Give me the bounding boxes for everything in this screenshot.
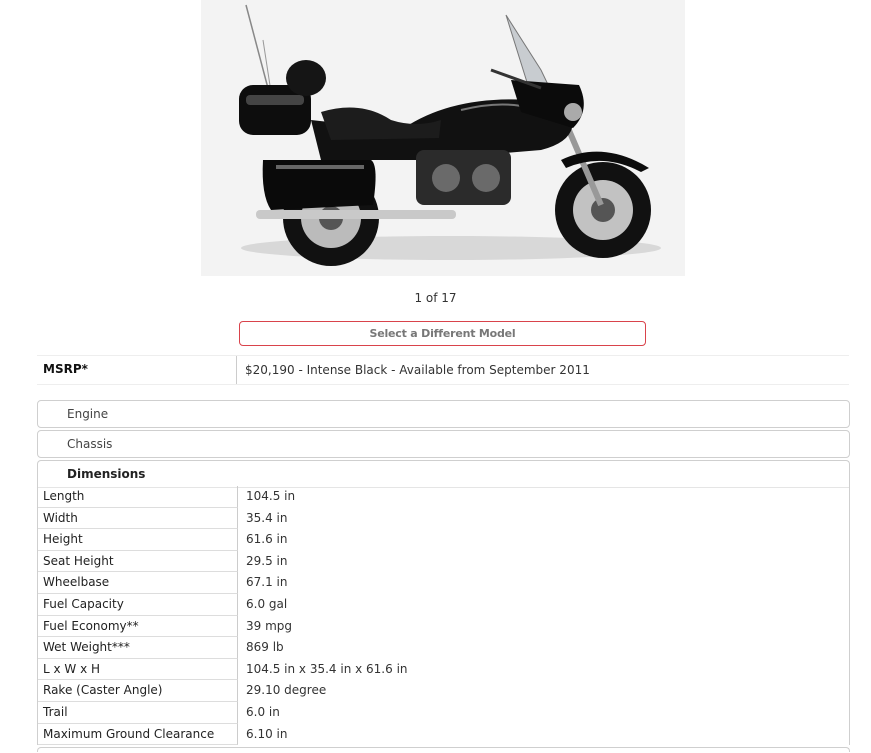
table-row: L x W x H 104.5 in x 35.4 in x 61.6 in xyxy=(38,658,849,681)
table-row: Height 61.6 in xyxy=(38,529,849,551)
table-row: Seat Height 29.5 in xyxy=(38,550,849,573)
table-row: Fuel Capacity 6.0 gal xyxy=(38,593,849,616)
spec-value: 61.6 in xyxy=(246,532,288,547)
spec-label: L x W x H xyxy=(38,658,238,681)
select-different-model-button[interactable]: Select a Different Model xyxy=(239,321,646,346)
spec-value: 6.0 gal xyxy=(246,596,288,611)
spec-label: Wheelbase xyxy=(38,572,238,594)
msrp-label: MSRP* xyxy=(37,356,237,384)
table-row: Length 104.5 in xyxy=(38,486,849,508)
table-row: Maximum Ground Clearance 6.10 in xyxy=(38,723,849,746)
table-row: Rake (Caster Angle) 29.10 degree xyxy=(38,680,849,702)
spec-value: 29.10 degree xyxy=(246,683,327,698)
dimensions-table: Length 104.5 in Width 35.4 in Height 61.6 i… xyxy=(37,486,850,746)
section-chassis[interactable]: Chassis xyxy=(37,430,850,458)
table-row: Trail 6.0 in xyxy=(38,701,849,724)
table-row: Wet Weight*** 869 lb xyxy=(38,637,849,659)
section-dimensions-label: Dimensions xyxy=(67,467,146,481)
spec-label: Rake (Caster Angle) xyxy=(38,680,238,702)
msrp-row: MSRP* $20,190 - Intense Black - Availabl… xyxy=(37,355,849,385)
spec-label: Maximum Ground Clearance xyxy=(38,723,238,746)
table-row: Fuel Economy** 39 mpg xyxy=(38,615,849,638)
spec-value: 6.10 in xyxy=(246,726,288,741)
table-row: Width 35.4 in xyxy=(38,507,849,530)
spec-label: Fuel Economy** xyxy=(38,615,238,638)
table-row: Wheelbase 67.1 in xyxy=(38,572,849,594)
spec-label: Wet Weight*** xyxy=(38,637,238,659)
section-dimensions[interactable]: Dimensions xyxy=(37,460,850,488)
spec-label: Fuel Capacity xyxy=(38,593,238,616)
msrp-value: $20,190 - Intense Black - Available from… xyxy=(245,363,590,377)
spec-value: 35.4 in xyxy=(246,510,288,525)
section-engine[interactable]: Engine xyxy=(37,400,850,428)
spec-value: 104.5 in x 35.4 in x 61.6 in xyxy=(246,661,408,676)
spec-value: 29.5 in xyxy=(246,553,288,568)
section-engine-label: Engine xyxy=(67,407,109,421)
spec-value: 104.5 in xyxy=(246,489,296,503)
spec-value: 67.1 in xyxy=(246,575,288,590)
spec-label: Trail xyxy=(38,701,238,724)
motorcycle-illustration xyxy=(201,0,685,276)
gallery-counter: 1 of 17 xyxy=(414,291,457,305)
next-section-edge xyxy=(37,747,850,752)
spec-value: 39 mpg xyxy=(246,618,293,633)
spec-label: Seat Height xyxy=(38,550,238,573)
spec-label: Length xyxy=(38,486,238,508)
spec-value: 869 lb xyxy=(246,640,284,655)
spec-label: Width xyxy=(38,507,238,530)
spec-value: 6.0 in xyxy=(246,704,280,719)
spec-label: Height xyxy=(38,529,238,551)
motorcycle-photo[interactable] xyxy=(201,0,685,276)
section-chassis-label: Chassis xyxy=(67,437,113,451)
